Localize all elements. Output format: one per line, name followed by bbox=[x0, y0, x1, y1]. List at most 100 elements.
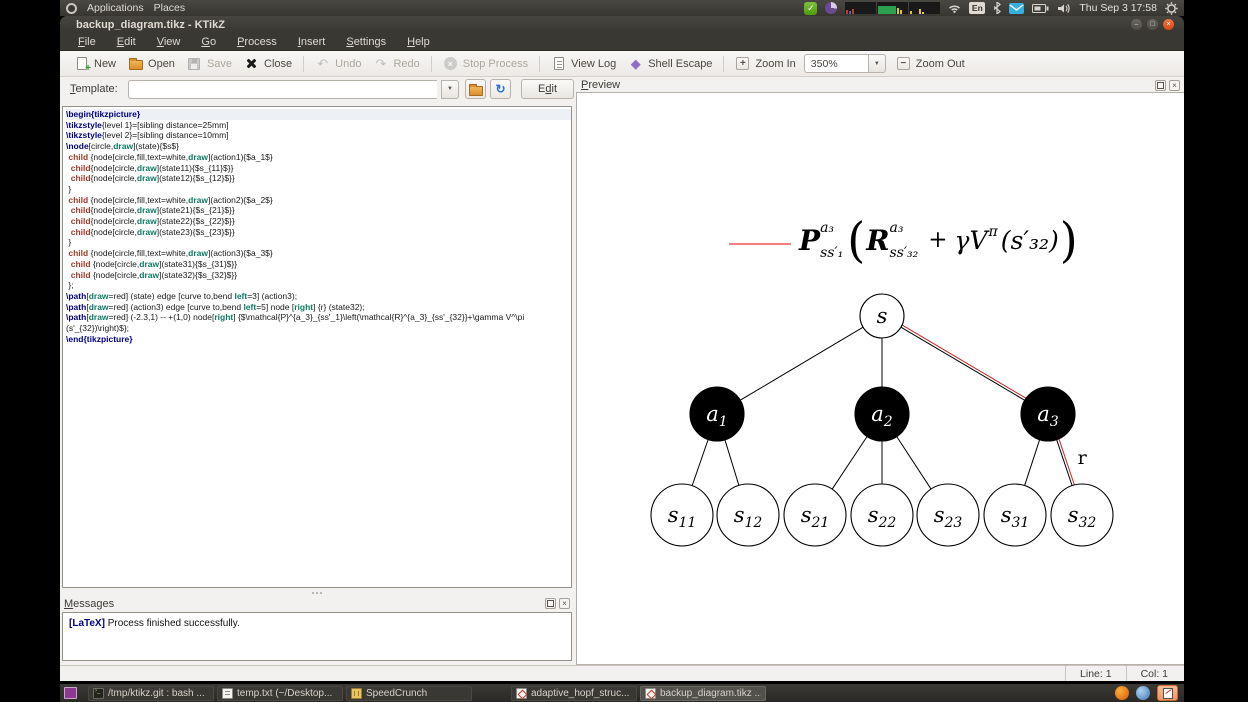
code-segment: =red] (action3) edge [curve to,bend bbox=[108, 301, 244, 312]
toolbar-separator bbox=[430, 55, 432, 72]
menu-file[interactable]: File bbox=[78, 36, 96, 48]
web-browser-icon[interactable] bbox=[1136, 686, 1150, 700]
zoom-combo-arrow[interactable]: ▼ bbox=[867, 54, 886, 73]
refresh-icon: ↻ bbox=[495, 82, 506, 96]
shell-escape-button[interactable]: ◆ Shell Escape bbox=[622, 54, 718, 73]
view-log-button[interactable]: View Log bbox=[545, 54, 622, 73]
menu-insert[interactable]: Insert bbox=[298, 36, 326, 48]
firefox-icon[interactable] bbox=[1115, 686, 1129, 700]
volume-icon[interactable] bbox=[1057, 3, 1071, 14]
code-line[interactable]: child{node[circle,draw](state21){$s_{21}… bbox=[66, 205, 571, 216]
code-line[interactable]: \begin{tikzpicture} bbox=[66, 109, 571, 120]
applications-menu[interactable]: Applications bbox=[87, 2, 144, 14]
preview-panel-buttons: × bbox=[1155, 79, 1180, 91]
preview-close-button[interactable]: × bbox=[1169, 79, 1180, 91]
code-line[interactable]: } bbox=[66, 184, 571, 195]
zoom-out-button[interactable]: − Zoom Out bbox=[890, 54, 971, 73]
preview-canvas[interactable]: Pa₃ ss′₁(Ra₃ ss′₃₂ + γV π (s′₃₂)) r s a1 a2 a3 s11 s… bbox=[576, 92, 1184, 665]
code-segment: draw bbox=[136, 205, 157, 216]
menu-bar: File Edit View Go Process Insert Settings Help bbox=[60, 33, 1184, 51]
messages-float-button[interactable] bbox=[545, 598, 556, 609]
messages-title: Messages bbox=[64, 597, 115, 610]
code-line[interactable]: child {node[circle,fill,text=white,draw]… bbox=[66, 152, 571, 163]
zoom-out-icon: − bbox=[896, 56, 911, 71]
menu-help[interactable]: Help bbox=[407, 36, 430, 48]
code-line[interactable]: \path[draw=red] (state) edge [curve to,b… bbox=[66, 291, 571, 302]
code-line[interactable]: child {node[circle,draw](state31){$s_{31… bbox=[66, 259, 571, 270]
code-line[interactable]: \node[circle,draw](state){$s$} bbox=[66, 141, 571, 152]
ktikz-app-icon[interactable] bbox=[1157, 685, 1178, 701]
maximize-button[interactable]: □ bbox=[1147, 19, 1158, 30]
minimize-button[interactable]: – bbox=[1131, 19, 1142, 30]
messages-log[interactable]: [LaTeX] Process finished successfully. bbox=[62, 612, 572, 661]
template-combo-input[interactable] bbox=[127, 79, 438, 99]
code-editor[interactable]: \begin{tikzpicture} \tikzstyle{level 1}=[… bbox=[62, 106, 572, 588]
close-window-button[interactable]: × bbox=[1163, 19, 1174, 30]
menu-settings[interactable]: Settings bbox=[346, 36, 386, 48]
code-line[interactable]: child{node[circle,draw](state12){$s_{12}… bbox=[66, 173, 571, 184]
code-line[interactable]: \path[draw=red] (action3) edge [curve to… bbox=[66, 302, 571, 313]
taskbar-item[interactable]: SpeedCrunch bbox=[346, 685, 472, 701]
top-panel: Applications Places ✓ En Thu Sep 3 17:58 bbox=[60, 0, 1184, 16]
toolbar-button-label: Zoom Out bbox=[915, 57, 965, 70]
menu-view[interactable]: View bbox=[157, 36, 181, 48]
code-line[interactable]: child {node[circle,fill,text=white,draw]… bbox=[66, 248, 571, 259]
mail-icon[interactable] bbox=[1009, 2, 1025, 14]
zoom-in-button[interactable]: + Zoom In bbox=[729, 54, 801, 73]
tree-edge-a3-s32 bbox=[1056, 439, 1073, 486]
code-line[interactable]: }; bbox=[66, 280, 571, 291]
code-segment: ](state11){$s_{11}$}} bbox=[156, 162, 234, 173]
clock[interactable]: Thu Sep 3 17:58 bbox=[1079, 2, 1157, 14]
show-desktop-icon[interactable] bbox=[64, 687, 77, 699]
bluetooth-icon[interactable] bbox=[993, 2, 1002, 14]
code-line[interactable]: child{node[circle,draw](state23){$s_{23}… bbox=[66, 227, 571, 238]
code-line[interactable]: (s'_{32})\right)$}; bbox=[66, 323, 571, 334]
taskbar-item[interactable]: backup_diagram.tikz ... bbox=[640, 685, 766, 701]
session-gear-icon[interactable] bbox=[1165, 1, 1178, 15]
code-segment: {level 1}=[sibling distance=25mm] bbox=[101, 119, 229, 130]
taskbar-item[interactable]: temp.txt (~/Desktop... bbox=[217, 685, 343, 701]
code-line[interactable]: \tikzstyle{level 1}=[sibling distance=25… bbox=[66, 120, 571, 131]
panel-splitter-handle[interactable] bbox=[62, 589, 572, 596]
code-segment: {node[circle, bbox=[90, 226, 137, 237]
system-monitor-icon[interactable] bbox=[845, 2, 941, 14]
messages-close-button[interactable]: × bbox=[559, 598, 570, 609]
shell-escape-icon: ◆ bbox=[630, 56, 641, 71]
preview-float-button[interactable] bbox=[1155, 79, 1166, 91]
code-line[interactable]: child {node[circle,fill,text=white,draw]… bbox=[66, 195, 571, 206]
places-menu[interactable]: Places bbox=[154, 2, 186, 14]
distro-logo-icon[interactable] bbox=[66, 2, 77, 14]
code-line[interactable]: child {node[circle,draw](state32){$s_{32… bbox=[66, 270, 571, 281]
code-line[interactable]: \tikzstyle{level 2}=[sibling distance=10… bbox=[66, 130, 571, 141]
code-line[interactable]: \path[draw=red] (-2.3,1) -- +(1,0) node[… bbox=[66, 312, 571, 323]
code-line[interactable]: \end{tikzpicture} bbox=[66, 334, 571, 345]
time-tracker-icon[interactable] bbox=[825, 2, 838, 14]
title-bar[interactable]: backup_diagram.tikz - KTikZ – □ × bbox=[60, 16, 1184, 33]
code-segment: draw bbox=[188, 194, 208, 205]
close-button[interactable]: Close bbox=[238, 54, 298, 73]
template-edit-button[interactable]: Ed it bbox=[521, 79, 574, 99]
code-segment: ](state23){$s_{23}$}} bbox=[156, 226, 235, 237]
open-button[interactable]: Open bbox=[122, 54, 181, 73]
taskbar-item[interactable]: /tmp/ktikz.git : bash ... bbox=[88, 685, 214, 701]
zoom-level-combo[interactable]: 350% bbox=[803, 54, 868, 73]
code-segment: \end{tikzpicture} bbox=[66, 333, 133, 344]
battery-icon[interactable] bbox=[1032, 3, 1049, 13]
code-line[interactable]: child{node[circle,draw](state11){$s_{11}… bbox=[66, 163, 571, 174]
wifi-icon[interactable] bbox=[948, 3, 961, 13]
menu-edit[interactable]: Edit bbox=[117, 36, 136, 48]
menu-process[interactable]: Process bbox=[237, 36, 277, 48]
code-segment: draw bbox=[88, 301, 109, 312]
status-ok-icon[interactable]: ✓ bbox=[804, 1, 818, 15]
new-button[interactable]: + New bbox=[68, 54, 122, 74]
template-reload-button[interactable]: ↻ bbox=[490, 79, 512, 99]
code-segment: child bbox=[70, 226, 91, 237]
template-combo-arrow[interactable]: ▼ bbox=[441, 79, 460, 99]
taskbar-item[interactable]: adaptive_hopf_struc... bbox=[511, 685, 637, 701]
code-line[interactable]: child{node[circle,draw](state22){$s_{22}… bbox=[66, 216, 571, 227]
code-line[interactable]: } bbox=[66, 237, 571, 248]
cpu-graph bbox=[845, 2, 877, 14]
keyboard-layout-indicator[interactable]: En bbox=[969, 2, 986, 14]
menu-go[interactable]: Go bbox=[201, 36, 216, 48]
template-open-button[interactable] bbox=[465, 79, 487, 99]
